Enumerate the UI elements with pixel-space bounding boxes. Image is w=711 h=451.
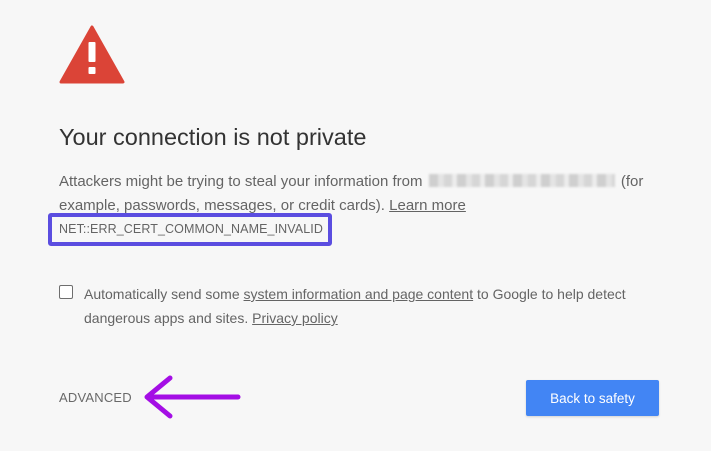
optin-text: Automatically send some [84, 286, 240, 302]
explanation-text: Attackers might be trying to steal your … [59, 173, 423, 190]
privacy-policy-link[interactable]: Privacy policy [252, 310, 338, 326]
explanation-paragraph: Attackers might be trying to steal your … [59, 170, 659, 218]
system-information-link[interactable]: system information and page content [244, 286, 474, 302]
page-title: Your connection is not private [59, 124, 367, 150]
learn-more-link[interactable]: Learn more [389, 197, 466, 214]
back-to-safety-button[interactable]: Back to safety [526, 380, 659, 416]
send-info-checkbox[interactable] [59, 285, 73, 299]
redacted-hostname [428, 174, 615, 187]
extended-reporting-optin: Automatically send some system informati… [84, 282, 644, 330]
error-code: NET::ERR_CERT_COMMON_NAME_INVALID [59, 222, 323, 236]
warning-triangle-icon [59, 25, 125, 84]
advanced-button[interactable]: ADVANCED [59, 390, 132, 405]
left-arrow-annotation-icon [144, 375, 241, 419]
